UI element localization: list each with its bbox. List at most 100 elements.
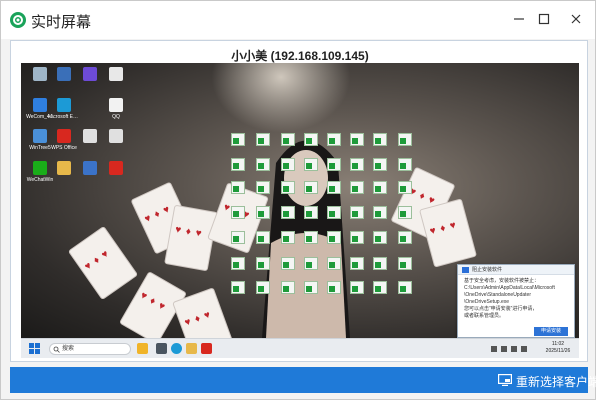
desktop-file-icon[interactable] [398, 206, 412, 219]
desktop-file-icon[interactable] [231, 257, 245, 270]
installer-icon [33, 98, 47, 112]
explorer-taskbar-icon[interactable] [186, 343, 197, 354]
desktop-file-icon[interactable] [304, 281, 318, 294]
desktop-file-icon[interactable] [373, 257, 387, 270]
desktop-file-icon[interactable] [256, 133, 270, 146]
desktop-file-icon[interactable] [281, 281, 295, 294]
wps-icon [57, 129, 71, 143]
desktop-file-icon[interactable] [256, 281, 270, 294]
desktop-shortcut-label: QQ [112, 114, 120, 120]
notification-header: 阻止安装软件 [458, 265, 574, 275]
desktop-file-icon[interactable] [256, 181, 270, 194]
desktop-file-icon[interactable] [350, 231, 364, 244]
desktop-file-icon[interactable] [231, 133, 245, 146]
desktop-file-icon[interactable] [256, 158, 270, 171]
notification-title: 阻止安装软件 [472, 267, 503, 273]
desktop-file-icon[interactable] [281, 133, 295, 146]
desktop-file-icon[interactable] [256, 257, 270, 270]
desktop-shortcut[interactable] [77, 161, 103, 197]
desktop-file-icon[interactable] [304, 257, 318, 270]
desktop-file-icon[interactable] [398, 158, 412, 171]
file-icon [109, 67, 123, 81]
desktop-file-icon[interactable] [373, 231, 387, 244]
remote-screen[interactable]: WeCom_4...Microsoft EdgeQQWinTree5WPS Of… [21, 63, 579, 358]
desktop-file-icon[interactable] [281, 181, 295, 194]
shield-icon [462, 267, 469, 273]
desktop-file-icon[interactable] [373, 133, 387, 146]
bottom-bar: 重新选择客户端 [10, 367, 596, 393]
install-blocked-notification: 阻止安装软件 基于安全考虑，安装软件被禁止： C:\Users\Admin\Ap… [457, 264, 575, 338]
widgets-icon[interactable] [137, 343, 148, 354]
reselect-client-label: 重新选择客户端 [516, 375, 596, 389]
desktop-file-icon[interactable] [281, 206, 295, 219]
desktop-shortcut[interactable] [77, 67, 103, 103]
desktop-file-icon[interactable] [350, 206, 364, 219]
live-screen-window: 实时屏幕 小小美 (192.168.109.145) ♥ ♦ ♥ ♥ ♦ ♥ ♥… [0, 0, 596, 400]
desktop-file-icon[interactable] [398, 133, 412, 146]
windows-start-icon[interactable] [29, 343, 40, 354]
desktop-file-icon[interactable] [398, 231, 412, 244]
desktop-file-icon[interactable] [231, 181, 245, 194]
remote-taskbar: 搜索 11:02 2025/11/26 [21, 338, 579, 358]
desktop-file-icon[interactable] [327, 206, 341, 219]
computer-icon [57, 67, 71, 81]
desktop-file-icon[interactable] [373, 181, 387, 194]
desktop-file-icon[interactable] [231, 281, 245, 294]
minimize-button[interactable] [508, 10, 530, 30]
desktop-shortcut[interactable] [103, 129, 129, 165]
recycle-bin-icon [33, 67, 47, 81]
desktop-file-icon[interactable] [327, 133, 341, 146]
maximize-button[interactable] [533, 10, 555, 30]
folder-icon [57, 161, 71, 175]
desktop-file-icon[interactable] [304, 181, 318, 194]
close-button[interactable] [565, 10, 587, 30]
desktop-file-icon[interactable] [350, 281, 364, 294]
desktop-file-icon[interactable] [281, 158, 295, 171]
app-icon [83, 67, 97, 81]
desktop-file-icon[interactable] [304, 231, 318, 244]
desktop-file-icon[interactable] [350, 181, 364, 194]
edge-taskbar-icon[interactable] [171, 343, 182, 354]
desktop-file-icon[interactable] [398, 257, 412, 270]
search-placeholder: 搜索 [62, 346, 75, 352]
taskbar-clock[interactable]: 11:02 2025/11/26 [541, 341, 575, 355]
desktop-file-icon[interactable] [281, 257, 295, 270]
desktop-file-icon[interactable] [350, 257, 364, 270]
task-view-icon[interactable] [156, 343, 167, 354]
desktop-file-icon[interactable] [327, 231, 341, 244]
desktop-shortcut[interactable] [77, 129, 103, 165]
system-tray-icons[interactable] [491, 345, 535, 353]
desktop-shortcut[interactable] [103, 161, 129, 197]
desktop-file-icon[interactable] [373, 158, 387, 171]
desktop-file-icon[interactable] [350, 158, 364, 171]
desktop-file-icon[interactable] [256, 231, 270, 244]
apply-install-button[interactable]: 申请安装 [534, 327, 568, 336]
desktop-shortcut[interactable]: WPS Office [51, 129, 77, 165]
desktop-file-icon[interactable] [373, 206, 387, 219]
desktop-file-icon[interactable] [398, 281, 412, 294]
desktop-file-icon[interactable] [304, 133, 318, 146]
desktop-file-icon[interactable] [256, 206, 270, 219]
client-caption: 小小美 (192.168.109.145) [231, 49, 369, 63]
desktop-file-icon[interactable] [304, 206, 318, 219]
desktop-file-icon[interactable] [327, 281, 341, 294]
desktop-file-icon[interactable] [231, 231, 245, 244]
desktop-file-icon[interactable] [350, 133, 364, 146]
file-icon [109, 129, 123, 143]
desktop-file-icon[interactable] [327, 257, 341, 270]
title-bar[interactable]: 实时屏幕 [1, 1, 595, 39]
taskbar-search-box[interactable]: 搜索 [49, 343, 131, 355]
window-title: 实时屏幕 [31, 14, 92, 31]
desktop-file-icon[interactable] [327, 181, 341, 194]
desktop-file-icon[interactable] [231, 158, 245, 171]
desktop-file-icon[interactable] [373, 281, 387, 294]
desktop-file-icon[interactable] [398, 181, 412, 194]
file-icon [83, 129, 97, 143]
desktop-file-icon[interactable] [231, 206, 245, 219]
desktop-file-icon[interactable] [281, 231, 295, 244]
desktop-shortcut[interactable] [51, 161, 77, 197]
desktop-file-icon[interactable] [327, 158, 341, 171]
desktop-file-icon[interactable] [304, 158, 318, 171]
desktop-shortcut[interactable]: WeChatWin [27, 161, 53, 197]
wps-taskbar-icon[interactable] [201, 343, 212, 354]
